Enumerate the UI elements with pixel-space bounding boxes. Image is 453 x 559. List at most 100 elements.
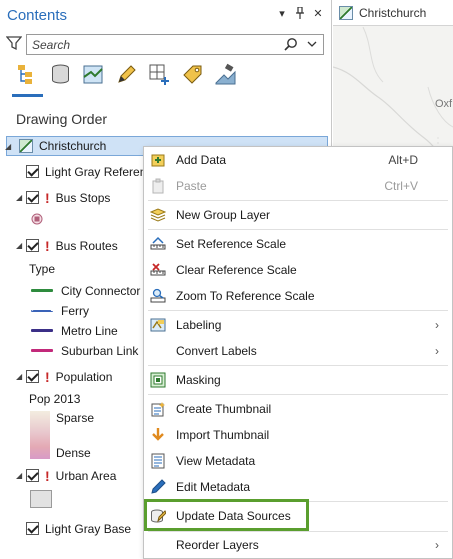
menu-separator <box>148 229 448 230</box>
menu-item-set-reference-scale[interactable]: Set Reference Scale <box>144 232 452 256</box>
drawing-order-heading: Drawing Order <box>16 111 108 127</box>
layer-visibility-checkbox[interactable] <box>26 370 39 383</box>
warning-icon: ! <box>45 189 50 206</box>
list-by-snapping-button[interactable] <box>148 63 171 86</box>
label-tag-icon <box>183 65 202 84</box>
layer-label: Urban Area <box>55 468 117 483</box>
menu-item-label: View Metadata <box>176 454 256 468</box>
collapse-icon[interactable]: ◢ <box>5 142 15 151</box>
pane-options-icon[interactable]: ▾ <box>275 6 289 20</box>
legend-heading-label: Pop 2013 <box>29 391 81 406</box>
layer-bus-routes[interactable]: ◢ ! Bus Routes <box>16 236 118 255</box>
bus-stop-symbol-icon <box>31 213 43 225</box>
legend-heading-type: Type <box>29 259 55 278</box>
menu-item-label: Reorder Layers <box>176 538 259 552</box>
legend-heading-label: Type <box>29 261 56 276</box>
legend-label: Metro Line <box>61 323 118 338</box>
import-arrow-icon <box>150 427 166 443</box>
layer-light-gray-base[interactable]: Light Gray Base <box>26 519 131 538</box>
menu-item-update-data-sources[interactable]: Update Data Sources <box>144 504 452 528</box>
list-by-drawing-order-button[interactable] <box>12 63 43 97</box>
ramp-label-sparse: Sparse <box>56 408 94 427</box>
search-icon[interactable] <box>284 37 298 51</box>
create-thumbnail-icon <box>150 401 166 417</box>
layer-visibility-checkbox[interactable] <box>26 522 39 535</box>
menu-item-reorder-layers[interactable]: Reorder Layers › <box>144 533 452 557</box>
menu-item-label: Set Reference Scale <box>176 237 287 251</box>
layer-visibility-checkbox[interactable] <box>26 469 39 482</box>
pin-icon[interactable] <box>293 6 307 20</box>
menu-item-add-data[interactable]: Add Data Alt+D <box>144 148 452 172</box>
chevron-right-icon: › <box>435 318 439 332</box>
legend-item-city-connector: City Connector <box>31 281 140 300</box>
map-tab-label: Christchurch <box>359 5 427 20</box>
collapse-icon[interactable]: ◢ <box>16 471 26 480</box>
list-by-perspective-button[interactable] <box>214 63 237 86</box>
map-item-label: Christchurch <box>39 139 107 153</box>
labeling-icon <box>150 317 166 333</box>
menu-item-create-thumbnail[interactable]: Create Thumbnail <box>144 397 452 421</box>
map-icon <box>19 139 33 153</box>
scale-icon <box>150 236 166 252</box>
menu-item-paste[interactable]: Paste Ctrl+V <box>144 174 452 198</box>
menu-item-edit-metadata[interactable]: Edit Metadata <box>144 475 452 499</box>
layer-visibility-checkbox[interactable] <box>26 239 39 252</box>
menu-item-clear-reference-scale[interactable]: Clear Reference Scale <box>144 258 452 282</box>
list-by-labeling-button[interactable] <box>181 63 204 86</box>
menu-item-labeling[interactable]: Labeling › <box>144 313 452 337</box>
menu-item-zoom-to-reference-scale[interactable]: Zoom To Reference Scale <box>144 284 452 308</box>
layer-visibility-checkbox[interactable] <box>26 165 39 178</box>
layer-visibility-checkbox[interactable] <box>26 191 39 204</box>
selection-map-icon <box>83 65 103 84</box>
collapse-icon[interactable]: ◢ <box>16 193 26 202</box>
list-by-selection-button[interactable] <box>82 63 105 86</box>
update-data-sources-icon <box>150 508 166 524</box>
pane-title: Contents <box>7 7 68 24</box>
add-data-icon <box>150 152 166 168</box>
menu-item-new-group-layer[interactable]: New Group Layer <box>144 203 452 227</box>
chevron-down-icon[interactable] <box>306 38 318 50</box>
edit-pencil-icon <box>150 479 166 495</box>
clear-scale-icon <box>150 262 166 278</box>
menu-item-label: Import Thumbnail <box>176 428 270 442</box>
legend-item-ferry: Ferry <box>31 301 89 320</box>
menu-item-convert-labels[interactable]: Convert Labels › <box>144 339 452 363</box>
menu-separator <box>148 365 448 366</box>
menu-item-view-metadata[interactable]: View Metadata <box>144 449 452 473</box>
ramp-label-dense: Dense <box>56 443 91 462</box>
urban-area-swatch <box>30 490 52 508</box>
map-tab-christchurch[interactable]: Christchurch <box>333 0 453 26</box>
legend-item-suburban-link: Suburban Link <box>31 341 138 360</box>
menu-item-import-thumbnail[interactable]: Import Thumbnail <box>144 423 452 447</box>
menu-item-label: Masking <box>176 373 221 387</box>
layer-urban-area[interactable]: ◢ ! Urban Area <box>16 466 116 485</box>
close-icon[interactable]: ✕ <box>311 6 325 20</box>
list-by-editing-button[interactable] <box>115 63 138 86</box>
menu-separator <box>148 531 448 532</box>
snapping-grid-icon <box>149 64 169 85</box>
group-layer-icon <box>150 207 166 223</box>
pencil-icon <box>118 65 136 83</box>
paste-icon <box>150 178 166 194</box>
list-by-source-button[interactable] <box>49 63 72 86</box>
menu-item-shortcut: Alt+D <box>388 153 418 167</box>
legend-swatch <box>31 329 53 332</box>
chevron-right-icon: › <box>435 344 439 358</box>
collapse-icon[interactable]: ◢ <box>16 372 26 381</box>
legend-swatch <box>31 309 53 312</box>
menu-item-masking[interactable]: Masking <box>144 368 452 392</box>
search-input[interactable] <box>26 34 324 55</box>
layer-bus-stops[interactable]: ◢ ! Bus Stops <box>16 188 110 207</box>
contents-toolbar <box>12 63 237 99</box>
layer-label: Bus Routes <box>55 238 118 253</box>
warning-icon: ! <box>45 237 50 254</box>
filter-icon[interactable] <box>6 35 22 51</box>
drawing-order-icon <box>18 65 32 84</box>
collapse-icon[interactable]: ◢ <box>16 241 26 250</box>
menu-item-label: Add Data <box>176 153 227 167</box>
layer-population[interactable]: ◢ ! Population <box>16 367 112 386</box>
layer-light-gray-reference[interactable]: Light Gray Reference <box>26 162 159 181</box>
layer-label: Population <box>55 369 113 384</box>
legend-label: Dense <box>56 445 91 460</box>
warning-icon: ! <box>45 467 50 484</box>
